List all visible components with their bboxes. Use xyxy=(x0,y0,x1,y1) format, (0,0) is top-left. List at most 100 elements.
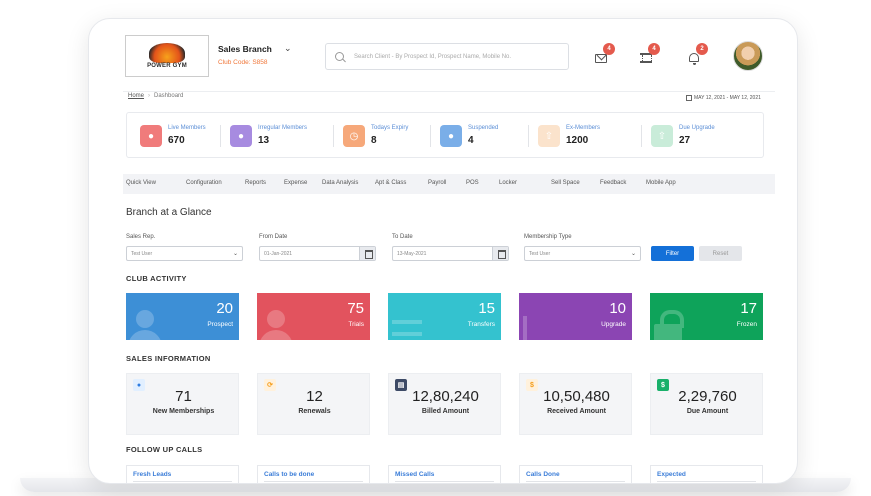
breadcrumb: Home › Dashboard xyxy=(128,93,183,99)
bell-icon xyxy=(689,53,699,65)
breadcrumb-current: Dashboard xyxy=(154,93,184,99)
follow-up-heading: FOLLOW UP CALLS xyxy=(126,445,203,454)
follow-up-divider xyxy=(133,481,232,482)
sales-amount: 10,50,480 xyxy=(543,388,610,405)
chevron-down-icon: ⌄ xyxy=(630,251,636,257)
bell-badge: 2 xyxy=(696,43,708,55)
activity-count: 20 xyxy=(216,300,233,317)
activity-label: Transfers xyxy=(467,321,495,328)
follow-up-divider xyxy=(526,481,625,482)
stat-label: Suspended xyxy=(468,125,499,131)
stat-divider xyxy=(641,125,642,147)
tab-mobile-app[interactable]: Mobile App xyxy=(646,180,676,186)
tab-sell-space[interactable]: Sell Space xyxy=(551,180,580,186)
follow-up-divider xyxy=(395,481,494,482)
to-date-label: To Date xyxy=(392,234,413,240)
sales-label: Received Amount xyxy=(547,408,606,415)
calendar-icon[interactable] xyxy=(359,247,375,260)
activity-card-transfers[interactable]: 15 Transfers xyxy=(388,293,501,340)
activity-card-trials[interactable]: 75 Trials xyxy=(257,293,370,340)
follow-up-card-fresh-leads[interactable]: Fresh Leads xyxy=(126,465,239,483)
stat-value: 4 xyxy=(468,135,474,146)
sales-rep-label: Sales Rep. xyxy=(126,234,156,240)
tab-feedback[interactable]: Feedback xyxy=(600,180,626,186)
tab-configuration[interactable]: Configuration xyxy=(186,180,222,186)
membership-type-value: Test User xyxy=(529,251,551,257)
person-icon xyxy=(126,306,166,340)
tab-expense[interactable]: Expense xyxy=(284,180,307,186)
to-date-value: 13-May-2021 xyxy=(397,251,427,257)
stat-value: 8 xyxy=(371,135,377,146)
date-range[interactable]: MAY 12, 2021 - MAY 12, 2021 xyxy=(686,95,761,101)
tab-reports[interactable]: Reports xyxy=(245,180,266,186)
notifications-button[interactable]: 2 xyxy=(688,43,708,65)
follow-up-card-missed-calls[interactable]: Missed Calls xyxy=(388,465,501,483)
sales-card-due-amount[interactable]: $2,29,760 Due Amount xyxy=(650,373,763,435)
filter-button[interactable]: Filter xyxy=(651,246,694,261)
follow-up-title: Fresh Leads xyxy=(133,471,172,478)
stat-icon-box: ● xyxy=(230,125,252,147)
mail-icon xyxy=(595,54,607,63)
follow-up-card-calls-to-be-done[interactable]: Calls to be done xyxy=(257,465,370,483)
activity-count: 10 xyxy=(609,300,626,317)
logo-mark: POWER GYM xyxy=(145,41,189,71)
sales-rep-select[interactable]: Test User ⌄ xyxy=(126,246,243,261)
membership-type-select[interactable]: Test User ⌄ xyxy=(524,246,641,261)
stat-icon-box: ◷ xyxy=(343,125,365,147)
sales-card-new-memberships[interactable]: ● 71 New Memberships xyxy=(126,373,239,435)
activity-card-frozen[interactable]: 17 Frozen xyxy=(650,293,763,340)
follow-up-title: Expected xyxy=(657,471,686,478)
sales-amount: 71 xyxy=(175,388,192,405)
follow-up-card-expected[interactable]: Expected xyxy=(650,465,763,483)
sales-amount: 12 xyxy=(306,388,323,405)
gym-button[interactable]: 4 xyxy=(640,43,660,64)
follow-up-card-calls-done[interactable]: Calls Done xyxy=(519,465,632,483)
tab-pos[interactable]: POS xyxy=(466,180,479,186)
activity-card-prospect[interactable]: 20 Prospect xyxy=(126,293,239,340)
stage: POWER GYM Sales Branch Club Code: S858 ⌄… xyxy=(0,0,871,496)
follow-up-title: Calls to be done xyxy=(264,471,315,478)
club-activity-heading: CLUB ACTIVITY xyxy=(126,274,187,283)
activity-label: Frozen xyxy=(736,321,757,328)
stat-value: 27 xyxy=(679,135,691,146)
tab-payroll[interactable]: Payroll xyxy=(428,180,446,186)
follow-up-title: Calls Done xyxy=(526,471,560,478)
chevron-down-icon[interactable]: ⌄ xyxy=(284,43,292,54)
search-bar[interactable]: Search Client - By Prospect Id, Prospect… xyxy=(325,43,569,70)
to-date-field[interactable]: 13-May-2021 xyxy=(392,246,509,261)
date-range-text: MAY 12, 2021 - MAY 12, 2021 xyxy=(694,95,761,101)
person-icon: ● xyxy=(447,130,455,142)
sales-card-renewals[interactable]: ⟳ 12 Renewals xyxy=(257,373,370,435)
tab-quick-view[interactable]: Quick View xyxy=(126,180,156,186)
activity-label: Prospect xyxy=(207,321,233,328)
tab-locker[interactable]: Locker xyxy=(499,180,517,186)
tab-data-analysis[interactable]: Data Analysis xyxy=(322,180,358,186)
calendar-icon xyxy=(686,95,692,101)
sales-card-received-amount[interactable]: $10,50,480 Received Amount xyxy=(519,373,632,435)
activity-label: Trials xyxy=(348,321,364,328)
reset-button[interactable]: Reset xyxy=(699,246,742,261)
stat-divider xyxy=(333,125,334,147)
chart-icon xyxy=(519,306,559,340)
module-tabs: Quick View Configuration Reports Expense Dat… xyxy=(123,174,775,194)
activity-card-upgrade[interactable]: 10 Upgrade xyxy=(519,293,632,340)
sales-amount: 12,80,240 xyxy=(412,388,479,405)
user-avatar[interactable] xyxy=(733,41,763,71)
branch-selector[interactable]: Sales Branch Club Code: S858 ⌄ xyxy=(218,43,292,66)
stat-value: 1200 xyxy=(566,135,589,146)
stat-value: 670 xyxy=(168,135,185,146)
breadcrumb-home-link[interactable]: Home xyxy=(128,93,144,99)
from-date-field[interactable]: 01-Jan-2021 xyxy=(259,246,376,261)
stat-label: Live Members xyxy=(168,125,206,131)
search-input[interactable]: Search Client - By Prospect Id, Prospect… xyxy=(354,54,511,60)
gym-logo[interactable]: POWER GYM xyxy=(125,35,209,77)
sales-card-billed-amount[interactable]: ▤ 12,80,240 Billed Amount xyxy=(388,373,501,435)
stat-label: Ex-Members xyxy=(566,125,601,131)
page-title: Branch at a Glance xyxy=(126,207,212,218)
mail-button[interactable]: 4 xyxy=(595,43,615,64)
activity-count: 17 xyxy=(740,300,757,317)
gym-badge: 4 xyxy=(648,43,660,55)
logo-text: POWER GYM xyxy=(147,63,187,69)
tab-apt-class[interactable]: Apt & Class xyxy=(375,180,406,186)
calendar-icon[interactable] xyxy=(492,247,508,260)
